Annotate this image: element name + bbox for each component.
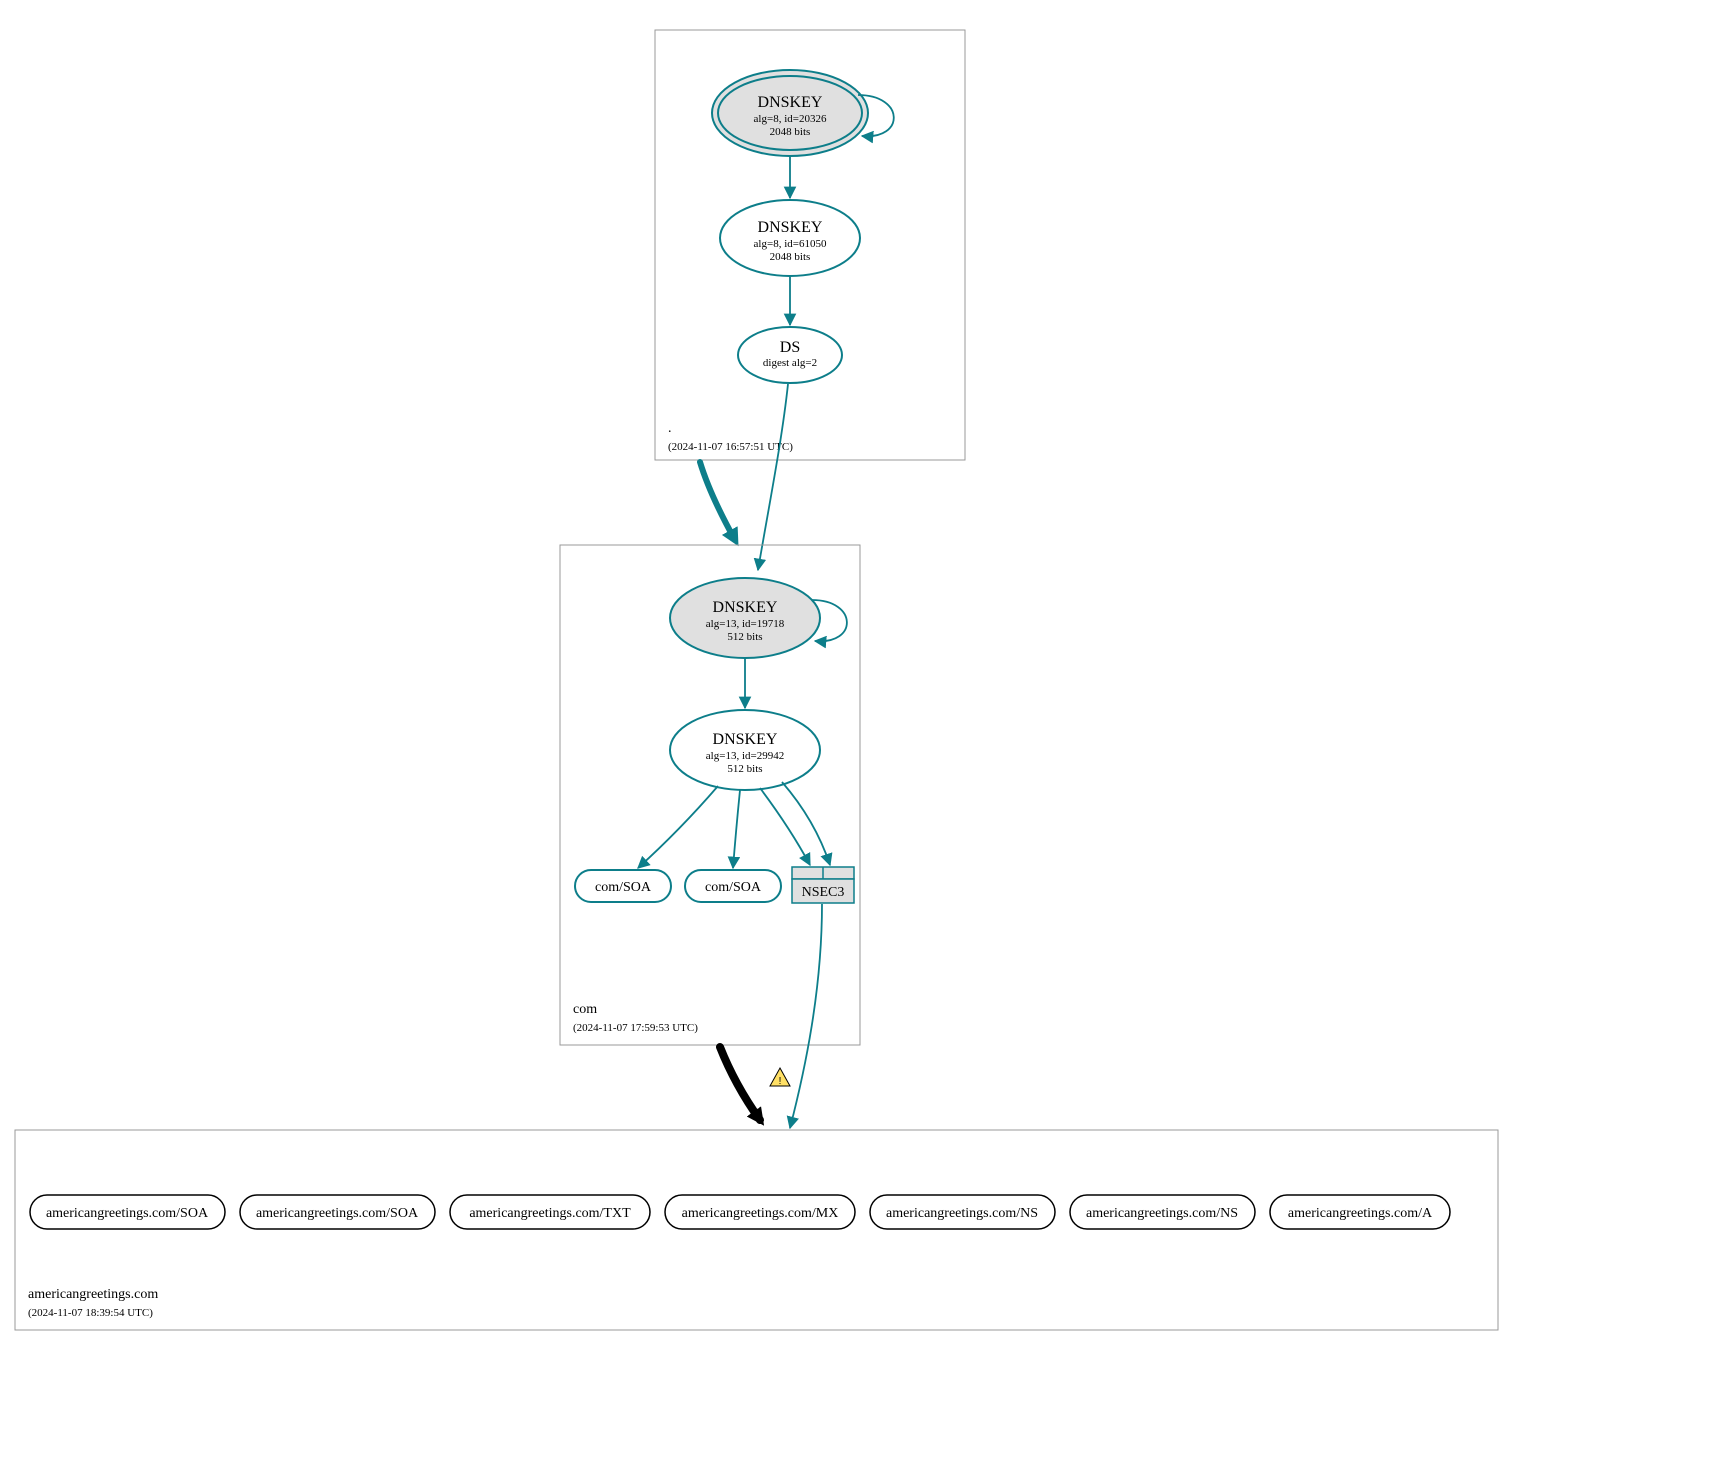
zone-root: . (2024-11-07 16:57:51 UTC) DNSKEY alg=8… (655, 30, 965, 460)
svg-text:americangreetings.com/SOA: americangreetings.com/SOA (256, 1206, 419, 1221)
edge-com-zsk-soa1 (638, 786, 718, 868)
zone-ag-ts: (2024-11-07 18:39:54 UTC) (28, 1307, 153, 1319)
node-root-ksk: DNSKEY alg=8, id=20326 2048 bits (712, 70, 868, 156)
svg-text:2048 bits: 2048 bits (770, 126, 811, 138)
svg-text:americangreetings.com/NS: americangreetings.com/NS (886, 1206, 1038, 1221)
zone-root-name: . (668, 421, 672, 436)
node-ag-txt: americangreetings.com/TXT (450, 1195, 650, 1229)
node-com-soa2: com/SOA (685, 870, 781, 902)
svg-text:digest alg=2: digest alg=2 (763, 357, 817, 369)
node-ag-mx: americangreetings.com/MX (665, 1195, 855, 1229)
svg-text:DNSKEY: DNSKEY (758, 94, 823, 111)
svg-text:DNSKEY: DNSKEY (713, 731, 778, 748)
svg-text:2048 bits: 2048 bits (770, 251, 811, 263)
node-com-soa1: com/SOA (575, 870, 671, 902)
node-root-zsk: DNSKEY alg=8, id=61050 2048 bits (720, 200, 860, 276)
node-ag-soa-0: americangreetings.com/SOA (30, 1195, 225, 1229)
svg-text:!: ! (779, 1076, 782, 1087)
edge-com-zsk-nsec3a (760, 788, 810, 865)
svg-text:americangreetings.com/MX: americangreetings.com/MX (682, 1206, 839, 1221)
node-ag-a: americangreetings.com/A (1270, 1195, 1450, 1229)
svg-text:alg=8, id=61050: alg=8, id=61050 (754, 238, 827, 250)
edge-com-to-ag-black (720, 1047, 760, 1120)
svg-text:americangreetings.com/NS: americangreetings.com/NS (1086, 1206, 1238, 1221)
node-root-ds: DS digest alg=2 (738, 327, 842, 383)
svg-text:com/SOA: com/SOA (595, 880, 652, 895)
edge-com-zsk-nsec3b (782, 782, 830, 865)
svg-text:DS: DS (780, 339, 800, 356)
svg-text:DNSKEY: DNSKEY (758, 219, 823, 236)
svg-text:512 bits: 512 bits (727, 631, 762, 643)
node-ag-ns-1: americangreetings.com/NS (1070, 1195, 1255, 1229)
svg-text:com/SOA: com/SOA (705, 880, 762, 895)
svg-text:americangreetings.com/A: americangreetings.com/A (1288, 1206, 1433, 1221)
node-com-zsk: DNSKEY alg=13, id=29942 512 bits (670, 710, 820, 790)
warning-icon: ! (770, 1068, 790, 1087)
edge-root-to-com-thick (700, 462, 735, 540)
zone-com-name: com (573, 1002, 597, 1017)
node-ag-soa-1: americangreetings.com/SOA (240, 1195, 435, 1229)
edge-nsec3-to-ag (790, 904, 822, 1128)
node-com-nsec3: NSEC3 (792, 867, 854, 903)
zone-com: com (2024-11-07 17:59:53 UTC) DNSKEY alg… (560, 545, 860, 1045)
svg-text:512 bits: 512 bits (727, 763, 762, 775)
svg-text:americangreetings.com/TXT: americangreetings.com/TXT (469, 1206, 631, 1221)
svg-text:americangreetings.com/SOA: americangreetings.com/SOA (46, 1206, 209, 1221)
svg-text:alg=8, id=20326: alg=8, id=20326 (754, 113, 827, 125)
node-com-ksk: DNSKEY alg=13, id=19718 512 bits (670, 578, 820, 658)
zone-ag-name: americangreetings.com (28, 1287, 158, 1302)
edge-ds-to-com-ksk (758, 384, 788, 570)
edge-com-zsk-soa2 (733, 790, 740, 868)
svg-text:alg=13, id=19718: alg=13, id=19718 (706, 618, 785, 630)
node-ag-ns-0: americangreetings.com/NS (870, 1195, 1055, 1229)
svg-text:alg=13, id=29942: alg=13, id=29942 (706, 750, 784, 762)
zone-ag: americangreetings.com (2024-11-07 18:39:… (15, 1130, 1498, 1330)
dnssec-diagram: . (2024-11-07 16:57:51 UTC) DNSKEY alg=8… (0, 0, 1724, 1473)
zone-com-ts: (2024-11-07 17:59:53 UTC) (573, 1022, 698, 1034)
zone-root-ts: (2024-11-07 16:57:51 UTC) (668, 441, 793, 453)
svg-text:DNSKEY: DNSKEY (713, 599, 778, 616)
svg-text:NSEC3: NSEC3 (802, 885, 845, 900)
